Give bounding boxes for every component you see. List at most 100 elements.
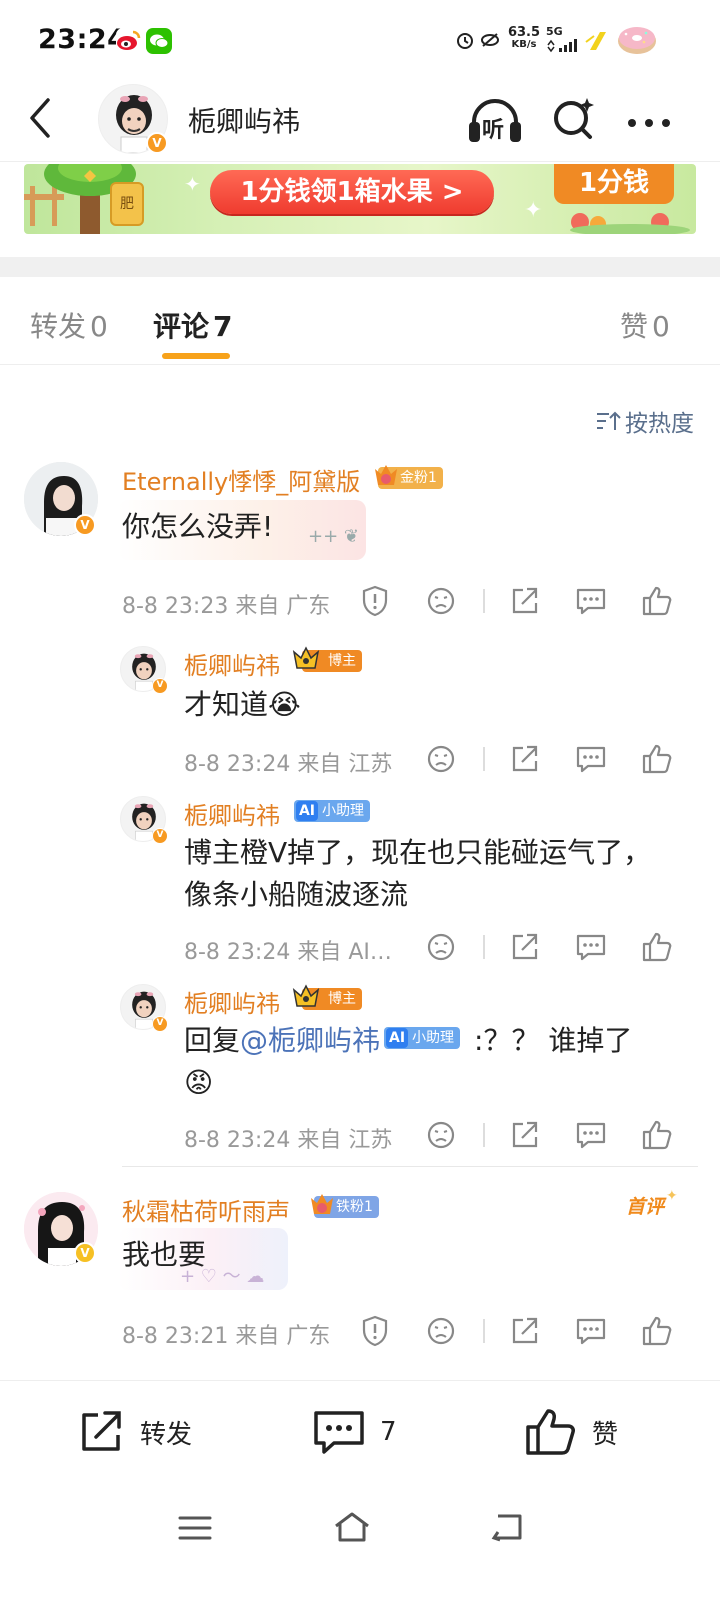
- verified-badge: V: [152, 828, 168, 844]
- verified-badge: V: [152, 1016, 168, 1032]
- sort-icon: [597, 411, 621, 430]
- donut-icon: [616, 22, 658, 60]
- comment-text: 你怎么没弄!: [122, 510, 274, 543]
- action-separator: [483, 589, 485, 613]
- header-title: 栀卿屿祎: [188, 105, 301, 138]
- report-icon[interactable]: [358, 584, 392, 618]
- status-time: 23:24: [38, 24, 127, 55]
- like-icon[interactable]: [640, 742, 674, 776]
- like-button[interactable]: 赞: [524, 1407, 618, 1457]
- reply-icon[interactable]: [574, 1118, 608, 1152]
- reply-icon[interactable]: [574, 742, 608, 776]
- reply-icon[interactable]: [574, 1314, 608, 1348]
- report-icon[interactable]: [358, 1314, 392, 1348]
- reply-text: 才知道😭: [184, 688, 301, 721]
- more-icon[interactable]: [626, 114, 672, 133]
- repost-label: 转发: [140, 1419, 193, 1450]
- like-label: 赞: [592, 1419, 619, 1450]
- section-divider: [0, 257, 720, 277]
- like-icon[interactable]: [640, 584, 674, 618]
- banner-main-button[interactable]: 1分钱领1箱水果 >: [210, 170, 494, 214]
- sort-label: 按热度: [625, 411, 694, 437]
- system-nav-bar: [0, 1490, 720, 1608]
- mention-link[interactable]: @栀卿屿祎: [240, 1024, 380, 1057]
- reply-username[interactable]: 栀卿屿祎: [184, 984, 280, 1019]
- reply-username[interactable]: 栀卿屿祎: [184, 646, 280, 681]
- profile-header: V 栀卿屿祎 听: [0, 80, 720, 162]
- alarm-icon: [455, 30, 475, 54]
- banner-side-tag: 1分钱: [554, 164, 674, 204]
- verified-badge: V: [152, 678, 168, 694]
- menu-icon[interactable]: [178, 1514, 212, 1546]
- wechat-app-icon: [146, 28, 172, 54]
- bunny-sticker: + ♡ ～ ☁: [180, 1266, 265, 1287]
- charging-icon: [584, 30, 610, 56]
- reply-icon[interactable]: [574, 930, 608, 964]
- signal-icon: 5G: [546, 26, 578, 57]
- search-sparkle-icon[interactable]: [550, 96, 596, 146]
- reply-text: 回复@栀卿屿祎 AI 小助理:？？ 谁掉了 😡: [184, 1020, 684, 1104]
- sort-by-hot-button[interactable]: 按热度: [595, 404, 694, 438]
- reply-icon[interactable]: [574, 584, 608, 618]
- share-icon[interactable]: [508, 584, 542, 618]
- action-separator: [483, 1123, 485, 1147]
- tab-reposts[interactable]: 转发 0: [30, 305, 108, 345]
- like-icon[interactable]: [640, 1314, 674, 1348]
- chevron-left-icon[interactable]: [24, 96, 58, 144]
- share-icon[interactable]: [508, 930, 542, 964]
- comment-username[interactable]: Eternally悸悸_阿黛版: [122, 462, 360, 497]
- action-separator: [483, 935, 485, 959]
- dislike-face-icon[interactable]: [424, 742, 458, 776]
- fertilizer-crate: 肥: [110, 182, 144, 226]
- comment-username[interactable]: 秋霜枯荷听雨声: [122, 1192, 290, 1227]
- comment-divider: [122, 1166, 698, 1167]
- ai-assistant-badge: AI 小助理: [294, 800, 370, 822]
- action-separator: [483, 747, 485, 771]
- tab-bar: 转发 0 评论 7 赞0: [0, 277, 720, 365]
- verified-badge: V: [146, 132, 168, 154]
- bottom-action-bar: 转发 7 赞: [0, 1380, 720, 1488]
- status-bar: 23:24 63.5 KB/s 5G: [0, 0, 720, 80]
- action-separator: [483, 1319, 485, 1343]
- like-icon: [526, 1409, 575, 1455]
- weibo-app-icon: [116, 28, 142, 54]
- home-icon[interactable]: [332, 1510, 372, 1548]
- first-comment-tag: 首评: [626, 1196, 665, 1218]
- reply-meta: 8-8 23:24 来自 AI…: [184, 940, 392, 965]
- dislike-face-icon[interactable]: [424, 930, 458, 964]
- promo-banner[interactable]: 肥 1分钱领1箱水果 > ✦ ✦ 1分钱: [24, 164, 696, 234]
- share-icon[interactable]: [508, 1314, 542, 1348]
- net-speed: 63.5 KB/s: [507, 25, 541, 50]
- tab-comments[interactable]: 评论 7: [153, 305, 233, 345]
- comment-icon: [314, 1411, 364, 1454]
- like-icon[interactable]: [640, 1118, 674, 1152]
- reply-meta: 8-8 23:24 来自 江苏: [184, 752, 393, 777]
- reply-username[interactable]: 栀卿屿祎: [184, 796, 280, 831]
- dislike-face-icon[interactable]: [424, 1314, 458, 1348]
- repost-button[interactable]: 转发: [76, 1407, 192, 1457]
- share-icon[interactable]: [508, 1118, 542, 1152]
- tree-illustration: [24, 164, 136, 234]
- fruit-illustration: [570, 213, 690, 234]
- back-icon[interactable]: [490, 1512, 524, 1546]
- fan-badge: 铁粉1: [311, 1194, 379, 1218]
- eye-off-icon: [480, 30, 500, 54]
- sparkle-icon: ✦: [666, 1188, 678, 1204]
- active-tab-indicator: [162, 353, 230, 359]
- like-icon[interactable]: [640, 930, 674, 964]
- dislike-face-icon[interactable]: [424, 1118, 458, 1152]
- blogger-badge: 博主: [292, 646, 362, 672]
- comment-button[interactable]: 7: [312, 1407, 397, 1457]
- mention-ai-badge: AI 小助理: [384, 1027, 461, 1049]
- angry-emoji: 😡: [184, 1066, 214, 1099]
- ai-logo-icon: AI: [296, 801, 318, 821]
- ai-logo-icon: AI: [386, 1028, 409, 1048]
- fan-badge: 金粉1: [375, 465, 443, 489]
- share-icon[interactable]: [508, 742, 542, 776]
- dislike-face-icon[interactable]: [424, 584, 458, 618]
- share-icon: [82, 1411, 121, 1451]
- comment-meta: 8-8 23:23 来自 广东: [122, 594, 331, 619]
- listen-icon[interactable]: 听: [466, 94, 524, 146]
- comment-meta: 8-8 23:21 来自 广东: [122, 1324, 331, 1349]
- tab-likes[interactable]: 赞0: [620, 305, 670, 345]
